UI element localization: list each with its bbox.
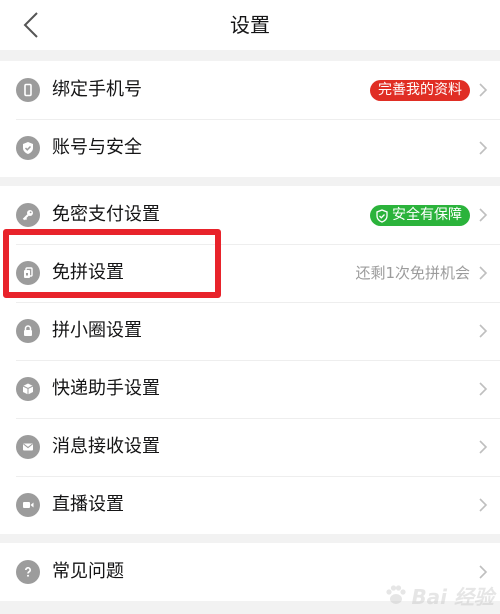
settings-row-delivery-assistant[interactable]: 快递助手设置 (0, 360, 500, 418)
package-icon (16, 377, 40, 401)
chevron-right-icon (479, 440, 488, 454)
shield-check-icon (16, 136, 40, 160)
row-label: 免拼设置 (52, 262, 124, 283)
settings-row-live-stream[interactable]: 直播设置 (0, 476, 500, 534)
row-label: 免密支付设置 (52, 204, 160, 225)
settings-row-message-receive[interactable]: 消息接收设置 (0, 418, 500, 476)
settings-section-account: 绑定手机号 完善我的资料 账号与安全 (0, 61, 500, 177)
phone-icon (16, 78, 40, 102)
shield-check-icon (376, 208, 388, 223)
row-label: 直播设置 (52, 494, 124, 515)
settings-row-bind-phone[interactable]: 绑定手机号 完善我的资料 (0, 61, 500, 119)
row-label: 常见问题 (52, 561, 124, 582)
chevron-right-icon (479, 324, 488, 338)
settings-row-password-free-pay[interactable]: 免密支付设置 安全有保障 (0, 186, 500, 244)
settings-row-account-security[interactable]: 账号与安全 (0, 119, 500, 177)
header-bar: 设置 (0, 0, 500, 50)
security-guaranteed-badge: 安全有保障 (370, 205, 470, 226)
badge-text: 安全有保障 (392, 207, 462, 223)
row-label: 绑定手机号 (52, 79, 142, 100)
row-label: 账号与安全 (52, 137, 142, 158)
question-icon (16, 560, 40, 584)
complete-profile-badge: 完善我的资料 (370, 80, 470, 101)
lock-icon (16, 319, 40, 343)
page-title: 设置 (230, 13, 270, 37)
mail-icon (16, 435, 40, 459)
paw-icon (386, 585, 407, 604)
ticket-icon (16, 261, 40, 285)
row-label: 拼小圈设置 (52, 320, 142, 341)
settings-row-group-circle[interactable]: 拼小圈设置 (0, 302, 500, 360)
chevron-right-icon (479, 498, 488, 512)
chevron-right-icon (479, 266, 488, 280)
badge-text: 完善我的资料 (378, 82, 462, 98)
settings-row-free-group[interactable]: 免拼设置 还剩1次免拼机会 (0, 244, 500, 302)
row-label: 消息接收设置 (52, 436, 160, 457)
watermark-text: Bai 经验 (411, 584, 494, 609)
video-camera-icon (16, 493, 40, 517)
chevron-right-icon (479, 382, 488, 396)
chevron-right-icon (479, 565, 488, 579)
chevron-right-icon (479, 83, 488, 97)
row-label: 快递助手设置 (52, 378, 160, 399)
watermark: Bai 经验 (383, 580, 494, 610)
settings-section-features: 免密支付设置 安全有保障 免拼设置 还剩1次免拼机会 拼小圈设置 快递助手设置 … (0, 186, 500, 534)
free-group-remaining-text: 还剩1次免拼机会 (355, 264, 470, 282)
key-icon (16, 203, 40, 227)
chevron-right-icon (479, 141, 488, 155)
chevron-right-icon (479, 208, 488, 222)
